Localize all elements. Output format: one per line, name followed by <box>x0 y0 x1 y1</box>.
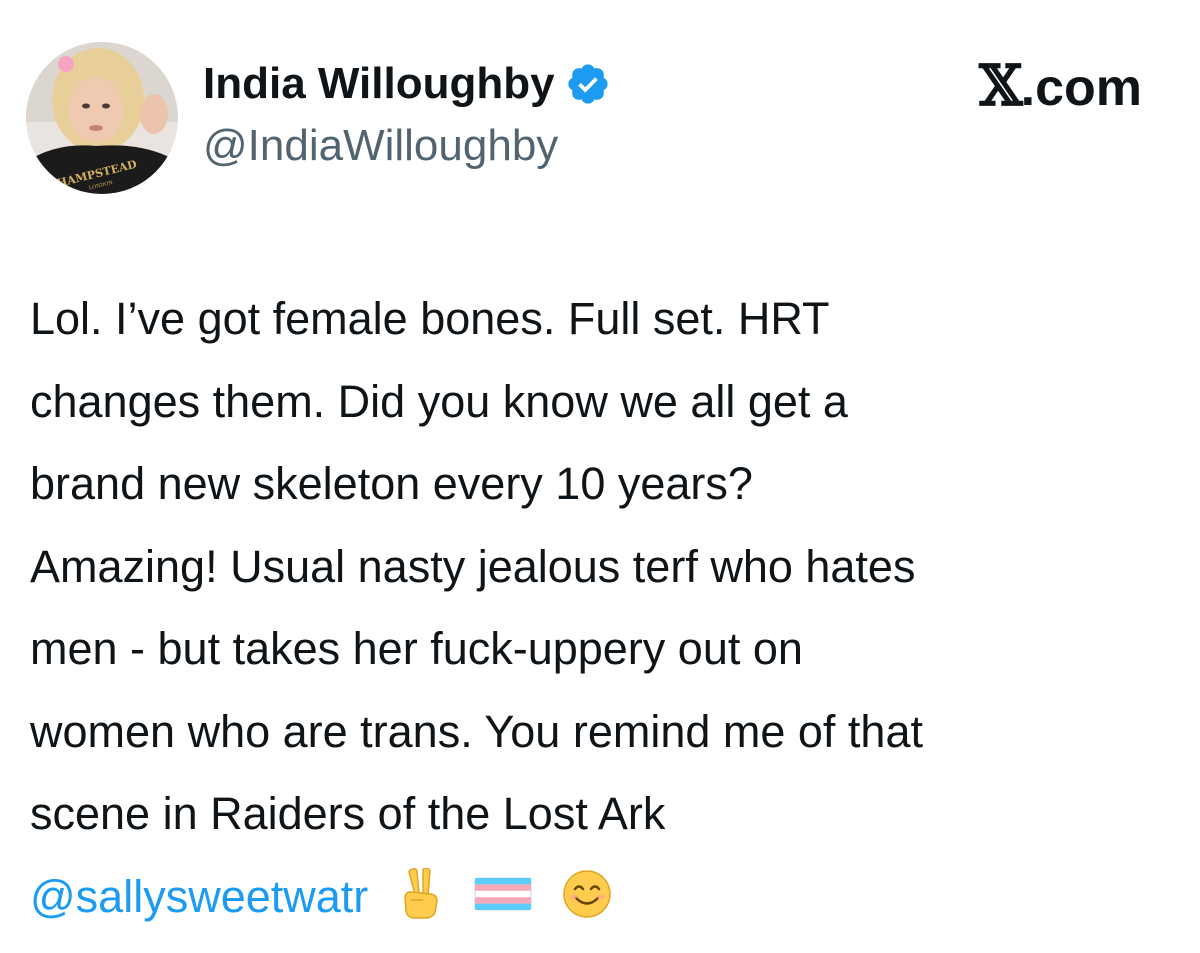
x-logo-icon: 𝕏 <box>979 53 1022 119</box>
transgender-flag-emoji-icon <box>474 877 532 911</box>
victory-hand-emoji-icon <box>404 867 438 919</box>
author-name-row[interactable]: India Willoughby <box>203 56 611 112</box>
tweet-text: Lol. I’ve got female bones. Full set. HR… <box>30 278 1180 938</box>
avatar[interactable]: HAMPSTEAD LONDON <box>26 42 178 194</box>
avatar-photo: HAMPSTEAD LONDON <box>26 42 178 194</box>
x-com-brand[interactable]: 𝕏 .com <box>979 54 1142 120</box>
tweet-mention-line: @sallysweetwatr <box>30 856 1180 939</box>
tweet-line: changes them. Did you know we all get a <box>30 375 848 427</box>
display-name: India Willoughby <box>203 59 555 108</box>
author-handle[interactable]: @IndiaWilloughby <box>203 118 558 174</box>
mention-link[interactable]: @sallysweetwatr <box>30 871 368 922</box>
brand-domain: .com <box>1020 59 1142 117</box>
verified-badge-icon <box>567 64 608 104</box>
tweet-line: men - but takes her fuck-uppery out on <box>30 623 803 674</box>
smiling-face-emoji-icon <box>563 869 611 918</box>
tweet-line: Amazing! Usual nasty jealous terf who ha… <box>30 540 916 592</box>
tweet-line: brand new skeleton every 10 years? <box>30 458 753 509</box>
tweet-line: scene in Raiders of the Lost Ark <box>30 788 666 839</box>
tweet-line: Lol. I’ve got female bones. Full set. HR… <box>30 293 830 344</box>
tweet-line: women who are trans. You remind me of th… <box>30 705 923 757</box>
